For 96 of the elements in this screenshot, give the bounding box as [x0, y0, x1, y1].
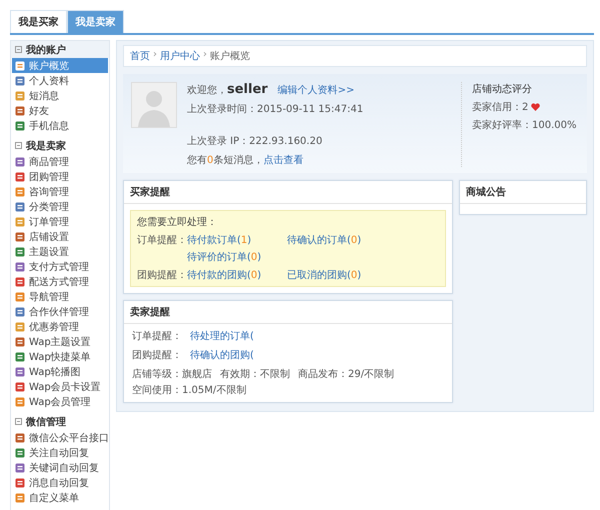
menu-icon — [15, 336, 25, 346]
sidebar-item[interactable]: 短消息 — [12, 88, 108, 103]
menu-icon — [15, 448, 25, 458]
shop-stat: 商品发布：29/不限制 — [298, 368, 394, 381]
menu-icon — [15, 246, 25, 256]
menu-icon — [15, 478, 25, 488]
breadcrumb-link[interactable]: 用户中心 — [160, 49, 200, 63]
menu-icon — [15, 60, 25, 70]
sidebar-item[interactable]: 自定义菜单 — [12, 490, 108, 505]
menu-icon — [15, 202, 25, 212]
collapse-icon[interactable] — [15, 46, 22, 53]
view-messages-link[interactable]: 点击查看 — [263, 153, 304, 167]
avatar — [131, 82, 177, 128]
menu-icon — [15, 396, 25, 406]
breadcrumb-separator: › — [203, 49, 207, 62]
reminder-link[interactable]: 待确认的订单(0) — [287, 233, 387, 247]
sidebar-item[interactable]: 优惠劵管理 — [12, 319, 108, 334]
sidebar-item[interactable]: Wap主题设置 — [12, 334, 108, 349]
sidebar-item[interactable]: 订单管理 — [12, 214, 108, 229]
rating-title: 店铺动态评分 — [472, 82, 533, 96]
sidebar-item[interactable]: 微信公众平台接口 — [12, 430, 108, 445]
collapse-icon[interactable] — [15, 418, 22, 425]
breadcrumb-separator: › — [153, 49, 157, 62]
panel-title: 商城公告 — [460, 181, 586, 204]
heart-icon — [531, 103, 540, 111]
reminder-label: 订单提醒： — [132, 330, 182, 343]
shop-stat: 有效期：不限制 — [220, 368, 290, 381]
tab[interactable]: 我是买家 — [10, 10, 67, 33]
sidebar-item[interactable]: 消息自动回复 — [12, 475, 108, 490]
sidebar-item[interactable]: Wap轮播图 — [12, 364, 108, 379]
panel-title: 卖家提醒 — [124, 301, 452, 324]
sidebar-item[interactable]: 支付方式管理 — [12, 259, 108, 274]
sidebar-group-title: 微信管理 — [26, 416, 66, 428]
reminder-link[interactable]: 待付款订单(1) — [187, 233, 287, 247]
sidebar-item[interactable]: Wap快捷菜单 — [12, 349, 108, 364]
messages-text: 您有0条短消息，点击查看 — [187, 153, 304, 167]
reminder-link[interactable]: 待处理的订单( — [190, 329, 254, 343]
menu-icon — [15, 156, 25, 166]
breadcrumb-link[interactable]: 首页 — [130, 49, 150, 63]
welcome-text: 欢迎您， — [187, 85, 227, 96]
reminder-label: 团购提醒： — [137, 269, 187, 282]
sidebar-item[interactable]: 商品管理 — [12, 154, 108, 169]
collapse-icon[interactable] — [15, 142, 22, 149]
sidebar-group-title: 我是卖家 — [26, 139, 66, 152]
last-login-ip: 上次登录 IP：222.93.160.20 — [187, 134, 322, 148]
sidebar-item[interactable]: 团购管理 — [12, 169, 108, 184]
menu-icon — [15, 292, 25, 302]
sidebar-item[interactable]: 咨询管理 — [12, 184, 108, 199]
sidebar-group-title: 我的账户 — [26, 43, 66, 56]
reminder-link[interactable]: 待付款的团购(0) — [187, 268, 287, 282]
menu-icon — [15, 322, 25, 332]
menu-icon — [15, 306, 25, 316]
menu-icon — [15, 106, 25, 116]
sidebar-item[interactable]: 好友 — [12, 103, 108, 118]
sidebar-item[interactable]: 合作伙伴管理 — [12, 304, 108, 319]
sidebar-item[interactable]: 分类管理 — [12, 199, 108, 214]
sidebar-item[interactable]: 关键词自动回复 — [12, 460, 108, 475]
menu-icon — [15, 172, 25, 182]
panel-title: 买家提醒 — [124, 181, 452, 204]
sidebar-item[interactable]: 主题设置 — [12, 244, 108, 259]
breadcrumb-link[interactable]: 账户概览 — [210, 49, 250, 63]
sidebar-item[interactable]: 关注自动回复 — [12, 445, 108, 460]
shop-stat: 店铺等级：旗舰店 — [132, 368, 212, 381]
reminder-intro: 您需要立即处理： — [137, 216, 218, 229]
shop-stat: 空间使用：1.05M/不限制 — [132, 384, 246, 397]
menu-icon — [15, 432, 25, 442]
menu-icon — [15, 382, 25, 392]
edit-profile-link[interactable]: 编辑个人资料>> — [278, 83, 354, 97]
sidebar-item[interactable]: Wap会员卡设置 — [12, 379, 108, 394]
sidebar-item[interactable]: 手机信息 — [12, 118, 108, 133]
sidebar-item[interactable]: 店铺设置 — [12, 229, 108, 244]
reminder-label: 订单提醒： — [137, 234, 187, 247]
sidebar-item[interactable]: 配送方式管理 — [12, 274, 108, 289]
menu-icon — [15, 120, 25, 130]
seller-praise-rate: 卖家好评率：100.00% — [472, 118, 578, 132]
menu-icon — [15, 232, 25, 242]
seller-credit: 卖家信用：2 — [472, 100, 528, 114]
username: seller — [227, 82, 268, 97]
menu-icon — [15, 186, 25, 196]
sidebar-item[interactable]: 导航管理 — [12, 289, 108, 304]
reminder-link[interactable]: 已取消的团购(0) — [287, 268, 387, 282]
menu-icon — [15, 90, 25, 100]
menu-icon — [15, 76, 25, 86]
menu-icon — [15, 276, 25, 286]
menu-icon — [15, 462, 25, 472]
reminder-link[interactable]: 待确认的团购( — [190, 348, 254, 362]
menu-icon — [15, 262, 25, 272]
menu-icon — [15, 352, 25, 362]
menu-icon — [15, 366, 25, 376]
sidebar-item[interactable]: 个人资料 — [12, 73, 108, 88]
sidebar-item[interactable]: Wap会员管理 — [12, 394, 108, 409]
last-login-time: 上次登录时间：2015-09-11 15:47:41 — [187, 102, 364, 116]
reminder-link[interactable]: 待评价的订单(0) — [187, 250, 287, 264]
menu-icon — [15, 492, 25, 502]
reminder-label: 团购提醒： — [132, 349, 182, 362]
menu-icon — [15, 216, 25, 226]
